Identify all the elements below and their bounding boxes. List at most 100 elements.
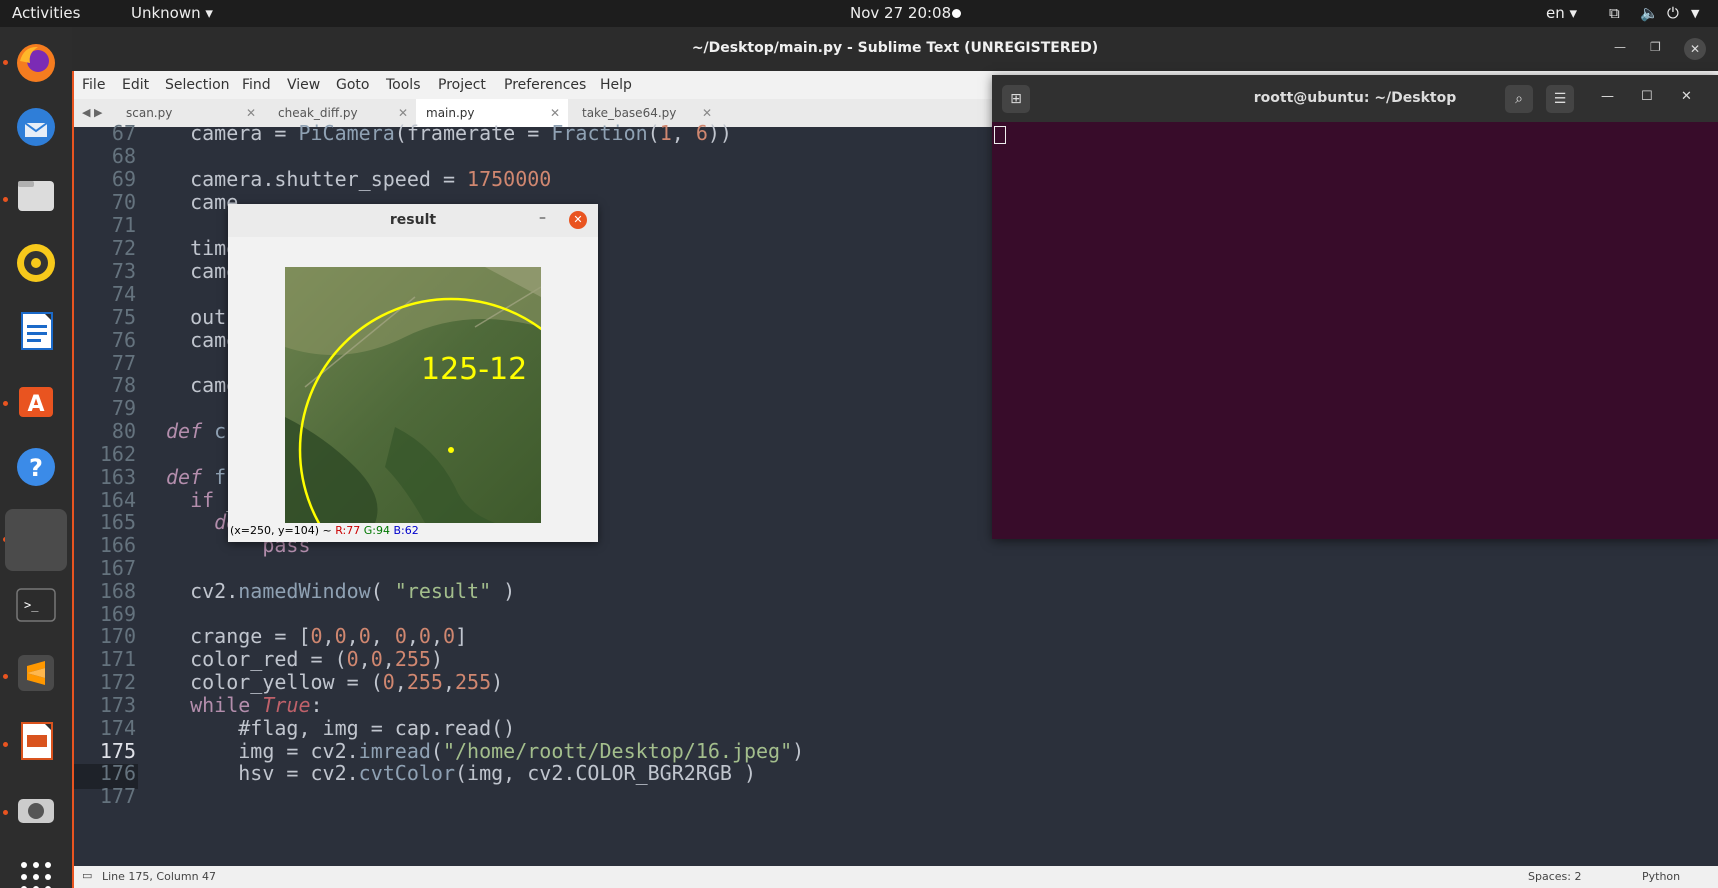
- impress-icon[interactable]: [10, 715, 62, 767]
- close-button[interactable]: ✕: [1684, 38, 1706, 60]
- overlay-label: 125-12: [421, 352, 527, 387]
- result-image[interactable]: 125-12: [285, 267, 541, 523]
- line-number: 77: [111, 351, 136, 375]
- desktop: Activities Unknown ▾ Nov 27 20:08 en ▾ ⧉…: [0, 0, 1718, 888]
- files-icon[interactable]: [10, 169, 62, 221]
- maximize-button[interactable]: ☐: [1641, 89, 1653, 104]
- tab-close-icon[interactable]: ✕: [702, 106, 712, 120]
- pixel-green: G:94: [363, 524, 390, 537]
- line-number: 168: [99, 579, 136, 603]
- thunderbird-icon[interactable]: [10, 101, 62, 153]
- sublime-titlebar[interactable]: ~/Desktop/main.py - Sublime Text (UNREGI…: [72, 27, 1718, 71]
- window-title: ~/Desktop/main.py - Sublime Text (UNREGI…: [691, 40, 1099, 56]
- result-title: result: [389, 212, 437, 228]
- indentation-setting[interactable]: Spaces: 2: [1528, 870, 1581, 883]
- help-icon[interactable]: ?: [10, 441, 62, 493]
- terminal-titlebar[interactable]: ⊞ roott@ubuntu: ~/Desktop ⌕ ☰ — ☐ ✕: [992, 75, 1718, 122]
- close-button[interactable]: ✕: [1681, 89, 1692, 104]
- svg-text:A: A: [27, 392, 44, 417]
- result-window: result – ✕ 125-12 (x=250, y=104) ~ R:77 …: [228, 204, 598, 542]
- blank-app-icon[interactable]: [5, 509, 67, 571]
- status-bar: ▭ Line 175, Column 47 Spaces: 2 Python: [72, 866, 1718, 888]
- pixel-coordinates: (x=250, y=104) ~: [230, 524, 332, 537]
- menu-view[interactable]: View: [287, 77, 320, 93]
- menu-file[interactable]: File: [82, 77, 105, 93]
- menu-tools[interactable]: Tools: [386, 77, 421, 93]
- result-titlebar[interactable]: result – ✕: [228, 204, 598, 237]
- tab-label: cheak_diff.py: [278, 106, 358, 120]
- svg-text:>_: >_: [24, 598, 39, 612]
- activities-button[interactable]: Activities: [12, 4, 80, 22]
- clock[interactable]: Nov 27 20:08: [850, 4, 951, 22]
- network-icon[interactable]: ⧉: [1609, 4, 1620, 22]
- line-number: 79: [111, 396, 136, 420]
- terminal-icon[interactable]: >_: [10, 579, 62, 631]
- hamburger-menu-icon[interactable]: ☰: [1546, 85, 1574, 113]
- libreoffice-writer-icon[interactable]: [10, 305, 62, 357]
- line-number: 162: [99, 442, 136, 466]
- tab-scroll-arrows[interactable]: ◀ ▶: [82, 106, 102, 119]
- minimize-button[interactable]: —: [1614, 40, 1626, 54]
- code-line: while True:: [190, 693, 323, 717]
- top-bar: Activities Unknown ▾ Nov 27 20:08 en ▾ ⧉…: [0, 0, 1718, 27]
- line-number: 69: [111, 167, 136, 191]
- app-menu[interactable]: Unknown ▾: [131, 4, 213, 22]
- line-number: 166: [99, 533, 136, 557]
- line-number: 170: [99, 624, 136, 648]
- tab-label: main.py: [426, 106, 475, 120]
- line-number: 76: [111, 328, 136, 352]
- svg-text:?: ?: [29, 454, 43, 482]
- volume-icon[interactable]: 🔈: [1640, 4, 1659, 22]
- code-line: hsv = cv2.cvtColor(img, cv2.COLOR_BGR2RG…: [166, 761, 757, 785]
- sublime-icon[interactable]: [10, 647, 62, 699]
- menu-project[interactable]: Project: [438, 77, 486, 93]
- line-number: 176: [99, 761, 136, 785]
- tab-label: scan.py: [126, 106, 173, 120]
- menu-selection[interactable]: Selection: [165, 77, 230, 93]
- power-icon[interactable]: ⏻: [1667, 4, 1679, 22]
- pixel-blue: B:62: [393, 524, 419, 537]
- line-number: 80: [111, 419, 136, 443]
- minimize-button[interactable]: —: [1601, 89, 1614, 104]
- chevron-down-icon[interactable]: ▼: [1691, 7, 1699, 20]
- minimize-button[interactable]: –: [539, 210, 546, 226]
- terminal-window[interactable]: ⊞ roott@ubuntu: ~/Desktop ⌕ ☰ — ☐ ✕: [992, 75, 1718, 539]
- code-line: color_yellow = (0,255,255): [166, 670, 504, 694]
- line-number: 164: [99, 488, 136, 512]
- menu-goto[interactable]: Goto: [336, 77, 369, 93]
- line-number: 165: [99, 510, 136, 534]
- camera-icon[interactable]: [10, 783, 62, 835]
- running-indicator: [3, 810, 8, 815]
- line-number: 173: [99, 693, 136, 717]
- running-indicator: [3, 742, 8, 747]
- menu-preferences[interactable]: Preferences: [504, 77, 586, 93]
- line-number: 75: [111, 305, 136, 329]
- code-line: cv2.namedWindow( "result" ): [166, 579, 516, 603]
- syntax-setting[interactable]: Python: [1642, 870, 1680, 883]
- close-button[interactable]: ✕: [569, 211, 587, 229]
- firefox-icon[interactable]: [10, 37, 62, 89]
- tab-label: take_base64.py: [582, 106, 677, 120]
- code-line: crange = [0,0,0, 0,0,0]: [166, 624, 468, 648]
- tab-close-icon[interactable]: ✕: [398, 106, 408, 120]
- search-icon[interactable]: ⌕: [1505, 85, 1533, 113]
- rhythmbox-icon[interactable]: [10, 237, 62, 289]
- line-number: 163: [99, 465, 136, 489]
- panel-toggle-icon[interactable]: ▭: [82, 869, 92, 882]
- language-selector[interactable]: en ▾: [1546, 4, 1577, 22]
- tab-close-icon[interactable]: ✕: [246, 106, 256, 120]
- code-line: #flag, img = cap.read(): [166, 716, 516, 740]
- software-icon[interactable]: A: [10, 373, 62, 425]
- line-number: 78: [111, 373, 136, 397]
- line-number: 74: [111, 282, 136, 306]
- pixel-red: R:77: [335, 524, 361, 537]
- line-number: 171: [99, 647, 136, 671]
- menu-help[interactable]: Help: [600, 77, 632, 93]
- tab-close-icon[interactable]: ✕: [550, 106, 560, 120]
- menu-edit[interactable]: Edit: [122, 77, 149, 93]
- running-indicator: [3, 197, 8, 202]
- maximize-button[interactable]: ❐: [1650, 40, 1661, 54]
- pixel-info: (x=250, y=104) ~ R:77 G:94 B:62: [230, 524, 419, 537]
- menu-find[interactable]: Find: [242, 77, 271, 93]
- show-apps-icon[interactable]: [10, 851, 62, 888]
